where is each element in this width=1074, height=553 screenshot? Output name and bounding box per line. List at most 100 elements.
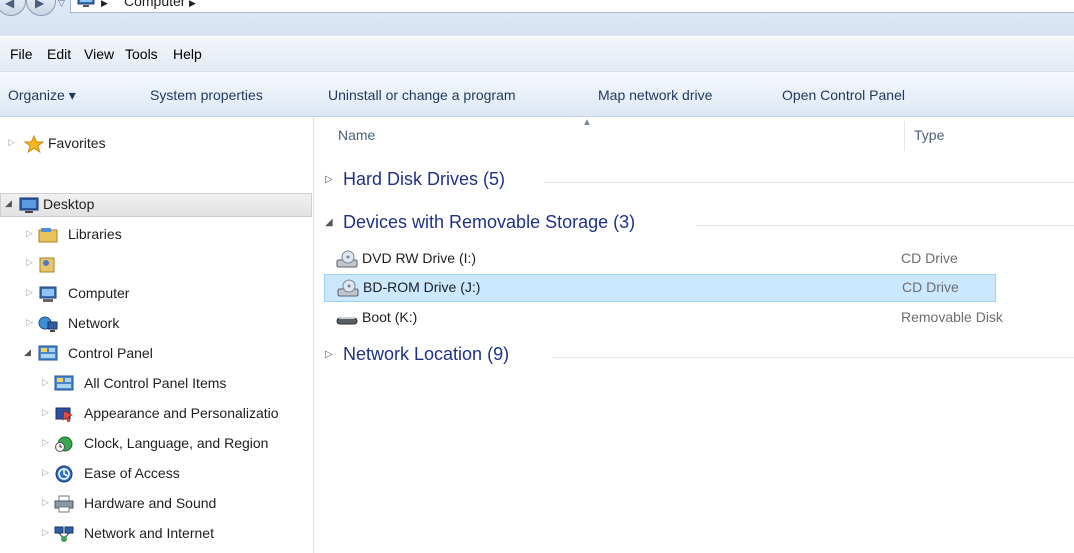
nav-cp-item[interactable]: ▷ Clock, Language, and Region bbox=[0, 433, 313, 455]
expand-icon[interactable]: ▷ bbox=[42, 467, 49, 478]
item-type: CD Drive bbox=[901, 250, 958, 266]
removable-disk-icon bbox=[336, 317, 358, 325]
collapse-icon[interactable]: ◢ bbox=[5, 198, 12, 209]
expand-icon[interactable]: ▷ bbox=[42, 377, 49, 388]
menu-file[interactable]: File bbox=[10, 46, 33, 62]
collapse-icon[interactable]: ◢ bbox=[24, 347, 31, 358]
nav-cp-item-label: Ease of Access bbox=[84, 465, 180, 481]
breadcrumb-separator[interactable]: ▶ bbox=[101, 0, 108, 9]
network-internet-icon bbox=[54, 526, 74, 542]
expand-icon[interactable]: ▷ bbox=[42, 527, 49, 538]
forward-button[interactable]: ▶ bbox=[26, 0, 56, 16]
uninstall-program-button[interactable]: Uninstall or change a program bbox=[328, 87, 516, 103]
expand-icon[interactable]: ▷ bbox=[325, 349, 333, 360]
breadcrumb-separator[interactable]: ▶ bbox=[189, 0, 196, 9]
menu-view[interactable]: View bbox=[84, 46, 114, 62]
nav-computer[interactable]: ▷ Computer bbox=[0, 283, 313, 305]
expand-icon[interactable]: ▷ bbox=[42, 437, 49, 448]
navigation-pane[interactable]: ▷ Favorites ◢ Desktop ▷ Libraries ▷ ▷ Co… bbox=[0, 117, 314, 553]
nav-network[interactable]: ▷ Network bbox=[0, 313, 313, 335]
nav-cp-item-label: Clock, Language, and Region bbox=[84, 435, 269, 451]
expand-icon[interactable]: ▷ bbox=[26, 257, 33, 268]
desktop-icon bbox=[19, 197, 39, 213]
optical-drive-icon bbox=[337, 279, 359, 297]
back-arrow-icon: ◀ bbox=[5, 0, 15, 10]
nav-cp-item[interactable]: ▷ Network and Internet bbox=[0, 523, 313, 545]
item-type: Removable Disk bbox=[901, 309, 1003, 325]
group-network-location[interactable]: ▷ Network Location (9) bbox=[314, 343, 1074, 371]
nav-cp-item-label: All Control Panel Items bbox=[84, 375, 227, 391]
network-icon bbox=[38, 316, 58, 332]
system-properties-button[interactable]: System properties bbox=[150, 87, 263, 103]
expand-icon[interactable]: ▷ bbox=[26, 287, 33, 298]
column-header-name[interactable]: Name bbox=[338, 127, 375, 143]
nav-desktop[interactable]: ◢ Desktop bbox=[0, 193, 312, 217]
list-item[interactable]: DVD RW Drive (I:) CD Drive bbox=[324, 246, 996, 272]
nav-favorites[interactable]: ▷ Favorites bbox=[0, 133, 313, 155]
group-heading[interactable]: Devices with Removable Storage (3) bbox=[343, 212, 635, 233]
list-item-selected[interactable]: BD-ROM Drive (J:) CD Drive bbox=[324, 274, 996, 302]
recent-pages-dropdown-icon[interactable]: ▽ bbox=[58, 0, 65, 9]
printer-icon bbox=[54, 495, 74, 513]
group-divider bbox=[696, 225, 1074, 226]
group-heading[interactable]: Network Location (9) bbox=[343, 344, 509, 365]
menu-help[interactable]: Help bbox=[173, 46, 202, 62]
optical-drive-icon bbox=[336, 250, 358, 268]
nav-libraries-label: Libraries bbox=[68, 226, 122, 242]
nav-control-panel-label: Control Panel bbox=[68, 345, 153, 361]
expand-icon[interactable]: ▷ bbox=[8, 137, 15, 148]
column-divider[interactable] bbox=[904, 121, 905, 151]
group-divider bbox=[552, 357, 1074, 358]
item-type: CD Drive bbox=[902, 279, 959, 295]
address-bar: ◀ ▶ ▽ ▶ Computer ▶ bbox=[0, 0, 1074, 36]
nav-libraries[interactable]: ▷ Libraries bbox=[0, 224, 313, 246]
open-control-panel-button[interactable]: Open Control Panel bbox=[782, 87, 905, 103]
address-field[interactable]: ▶ Computer ▶ bbox=[70, 0, 1074, 13]
organize-button[interactable]: Organize ▾ bbox=[8, 87, 76, 104]
computer-icon bbox=[77, 0, 95, 7]
back-button[interactable]: ◀ bbox=[0, 0, 26, 16]
menu-edit[interactable]: Edit bbox=[47, 46, 71, 62]
appearance-icon bbox=[55, 407, 73, 423]
nav-desktop-label: Desktop bbox=[43, 196, 95, 212]
group-divider bbox=[544, 182, 1074, 183]
group-removable-storage[interactable]: ◢ Devices with Removable Storage (3) bbox=[314, 211, 1074, 239]
map-network-drive-button[interactable]: Map network drive bbox=[598, 87, 712, 103]
content-pane[interactable]: Name ▲ Type ▷ Hard Disk Drives (5) ◢ Dev… bbox=[314, 117, 1074, 553]
nav-computer-label: Computer bbox=[68, 285, 130, 301]
item-name: DVD RW Drive (I:) bbox=[362, 250, 477, 266]
star-icon bbox=[24, 135, 44, 153]
control-panel-icon bbox=[38, 345, 58, 361]
expand-icon[interactable]: ▷ bbox=[325, 174, 333, 185]
control-panel-icon bbox=[54, 375, 74, 391]
column-header-type[interactable]: Type bbox=[914, 127, 944, 143]
collapse-icon[interactable]: ◢ bbox=[325, 217, 333, 228]
nav-cp-item[interactable]: ▷ All Control Panel Items bbox=[0, 373, 313, 395]
libraries-icon bbox=[38, 228, 58, 243]
expand-icon[interactable]: ▷ bbox=[42, 497, 49, 508]
item-name: BD-ROM Drive (J:) bbox=[363, 279, 481, 295]
expand-icon[interactable]: ▷ bbox=[42, 407, 49, 418]
group-heading[interactable]: Hard Disk Drives (5) bbox=[343, 169, 505, 190]
nav-cp-item-label: Network and Internet bbox=[84, 525, 214, 541]
list-item[interactable]: Boot (K:) Removable Disk bbox=[324, 305, 1003, 331]
nav-user-folder[interactable]: ▷ bbox=[0, 253, 313, 275]
nav-cp-item-label: Appearance and Personalizatio bbox=[84, 405, 279, 421]
ease-of-access-icon bbox=[55, 465, 73, 483]
user-folder-icon bbox=[39, 257, 55, 273]
nav-cp-item[interactable]: ▷ Hardware and Sound bbox=[0, 493, 313, 515]
breadcrumb-computer[interactable]: Computer bbox=[124, 0, 185, 9]
forward-arrow-icon: ▶ bbox=[35, 0, 45, 10]
nav-control-panel[interactable]: ◢ Control Panel bbox=[0, 343, 313, 365]
expand-icon[interactable]: ▷ bbox=[26, 317, 33, 328]
menu-tools[interactable]: Tools bbox=[125, 46, 158, 62]
nav-cp-item[interactable]: ▷ Appearance and Personalizatio bbox=[0, 403, 313, 425]
item-name: Boot (K:) bbox=[362, 309, 418, 325]
command-bar: Organize ▾ System properties Uninstall o… bbox=[0, 72, 1074, 117]
expand-icon[interactable]: ▷ bbox=[26, 228, 33, 239]
column-header-row: Name ▲ Type bbox=[314, 117, 1074, 157]
nav-cp-item[interactable]: ▷ Ease of Access bbox=[0, 463, 313, 485]
menu-bar: File Edit View Tools Help bbox=[0, 37, 1074, 72]
group-hard-disk-drives[interactable]: ▷ Hard Disk Drives (5) bbox=[314, 168, 1074, 196]
sort-ascending-icon: ▲ bbox=[582, 117, 592, 128]
